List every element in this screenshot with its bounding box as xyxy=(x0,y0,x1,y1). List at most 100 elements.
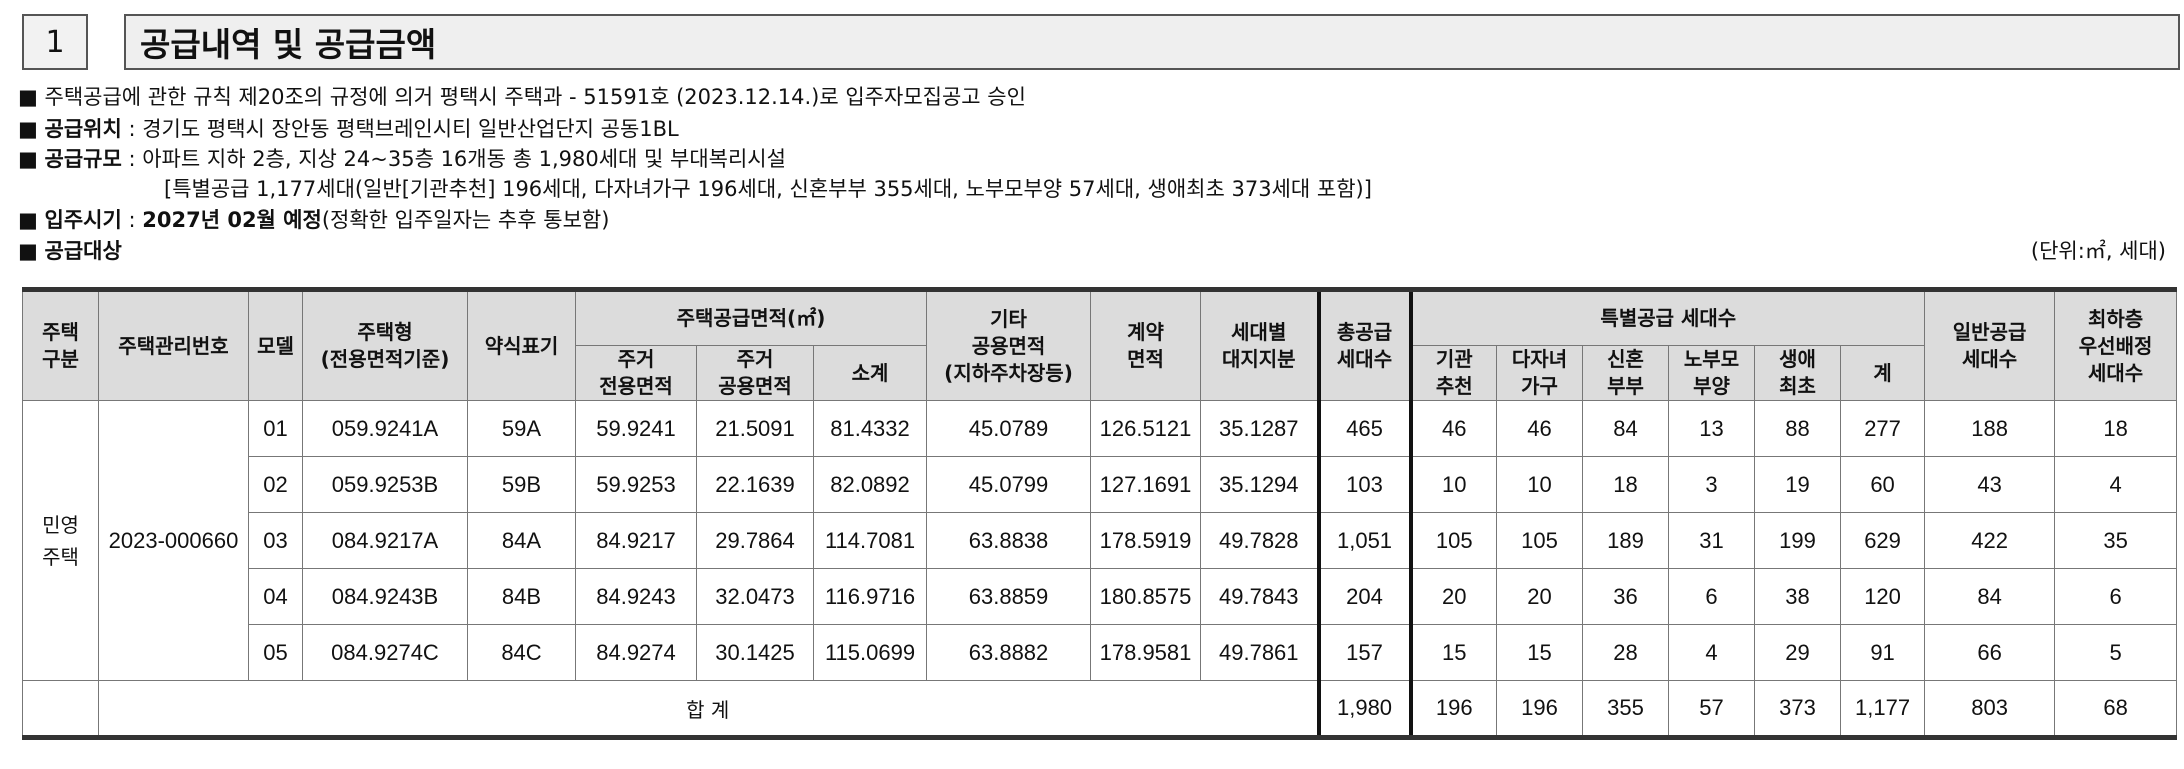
elderly-cell: 57 xyxy=(1668,680,1756,738)
newlywed-cell: 189 xyxy=(1582,512,1670,569)
bullet-icon: ■ xyxy=(18,85,38,109)
land-cell: 49.7861 xyxy=(1200,624,1320,681)
location-label: 공급위치 xyxy=(44,117,122,141)
header-newlywed: 신혼 부부 xyxy=(1582,345,1670,401)
table-row: 05 084.9274C 84C 84.9274 30.1425 115.069… xyxy=(23,624,2178,681)
table-row: 민영 주택 2023-000660 01 059.9241A 59A 59.92… xyxy=(22,400,2178,681)
location-line: ■ 공급위치 : 경기도 평택시 장안동 평택브레인시티 일반산업단지 공동1B… xyxy=(18,114,2178,144)
general-cell: 422 xyxy=(1924,512,2056,569)
inst-cell: 196 xyxy=(1410,680,1498,738)
land-cell: 35.1294 xyxy=(1200,456,1320,513)
target-label: 공급대상 xyxy=(44,239,122,263)
bullet-icon: ■ xyxy=(18,147,38,171)
scale-line: ■ 공급규모 : 아파트 지하 2층, 지상 24~35층 16개동 총 1,9… xyxy=(18,144,2178,174)
excl-cell: 84.9217 xyxy=(575,512,697,569)
total-cell: 157 xyxy=(1316,624,1413,681)
header-common: 주거 공용면적 xyxy=(696,345,814,401)
land-cell: 49.7828 xyxy=(1200,512,1320,569)
lowest-cell: 6 xyxy=(2054,568,2178,625)
movein-value: 2027년 02월 예정 xyxy=(142,208,322,232)
newlywed-cell: 36 xyxy=(1582,568,1670,625)
contract-cell: 127.1691 xyxy=(1090,456,1202,513)
elderly-cell: 13 xyxy=(1668,400,1756,457)
header-lowest-floor: 최하층 우선배정 세대수 xyxy=(2054,289,2178,401)
first-cell: 199 xyxy=(1754,512,1842,569)
first-cell: 38 xyxy=(1754,568,1842,625)
header-area-group: 주택공급면적(㎡) xyxy=(574,289,928,346)
lowest-cell: 18 xyxy=(2054,400,2178,457)
header-abbr: 약식표기 xyxy=(467,289,576,401)
sum-cell: 120 xyxy=(1840,568,1926,625)
header-other-common: 기타 공용면적 (지하주차장등) xyxy=(926,289,1092,401)
movein-sep: : xyxy=(121,208,143,232)
general-cell: 188 xyxy=(1924,400,2056,457)
type-cell: 084.9243B xyxy=(302,568,468,625)
header-first: 생애 최초 xyxy=(1754,345,1842,401)
newlywed-cell: 355 xyxy=(1582,680,1670,738)
sub-cell: 114.7081 xyxy=(812,512,928,569)
header-sum: 계 xyxy=(1840,345,1926,401)
sum-cell: 1,177 xyxy=(1840,680,1926,738)
multi-cell: 15 xyxy=(1496,624,1584,681)
comm-cell: 29.7864 xyxy=(696,512,814,569)
multi-cell: 196 xyxy=(1496,680,1584,738)
model-cell: 05 xyxy=(248,624,303,681)
total-cell: 465 xyxy=(1316,400,1413,457)
first-cell: 19 xyxy=(1754,456,1842,513)
housing-type-cell: 민영 주택 xyxy=(22,400,99,681)
other-cell: 45.0789 xyxy=(926,400,1092,457)
comm-cell: 22.1639 xyxy=(696,456,814,513)
header-exclusive: 주거 전용면적 xyxy=(575,345,697,401)
header-special-group: 특별공급 세대수 xyxy=(1410,289,1926,346)
scale-value: : 아파트 지하 2층, 지상 24~35층 16개동 총 1,980세대 및 … xyxy=(121,147,786,171)
header-total-units: 총공급 세대수 xyxy=(1316,287,1413,401)
header-mgmt-no: 주택관리번호 xyxy=(98,289,249,401)
header-general: 일반공급 세대수 xyxy=(1924,289,2056,401)
first-cell: 88 xyxy=(1754,400,1842,457)
scale-label: 공급규모 xyxy=(44,147,122,171)
model-cell: 04 xyxy=(248,568,303,625)
header-contract-area: 계약 면적 xyxy=(1090,289,1202,401)
contract-cell: 178.5919 xyxy=(1090,512,1202,569)
general-cell: 66 xyxy=(1924,624,2056,681)
lowest-cell: 68 xyxy=(2054,680,2178,738)
header-elderly: 노부모 부양 xyxy=(1668,345,1756,401)
location-value: : 경기도 평택시 장안동 평택브레인시티 일반산업단지 공동1BL xyxy=(121,117,679,141)
table-row: 02 059.9253B 59B 59.9253 22.1639 82.0892… xyxy=(23,456,2178,513)
header-unit-type: 주택형 (전용면적기준) xyxy=(302,289,468,401)
first-cell: 29 xyxy=(1754,624,1842,681)
notice-lines: ■ 주택공급에 관한 규칙 제20조의 규정에 의거 평택시 주택과 - 515… xyxy=(18,80,2178,266)
section-header: 1 공급내역 및 공급금액 xyxy=(22,14,2182,70)
type-cell: 084.9217A xyxy=(302,512,468,569)
header-subtotal: 소계 xyxy=(812,345,928,401)
abbr-cell: 84B xyxy=(467,568,576,625)
excl-cell: 59.9241 xyxy=(575,400,697,457)
sum-cell: 629 xyxy=(1840,512,1926,569)
model-cell: 02 xyxy=(248,456,303,513)
lowest-cell: 35 xyxy=(2054,512,2178,569)
header-land-share: 세대별 대지지분 xyxy=(1200,289,1320,401)
mgmt-no-cell: 2023-000660 xyxy=(98,400,249,681)
section-title: 공급내역 및 공급금액 xyxy=(124,14,2180,70)
bullet-icon: ■ xyxy=(18,208,38,232)
header-housing-type: 주택 구분 xyxy=(22,289,99,401)
movein-line: ■ 입주시기 : 2027년 02월 예정(정확한 입주일자는 추후 통보함) xyxy=(18,204,2178,236)
lowest-cell: 4 xyxy=(2054,456,2178,513)
abbr-cell: 84A xyxy=(467,512,576,569)
general-cell: 803 xyxy=(1924,680,2056,738)
total-cell: 1,980 xyxy=(1316,680,1413,740)
sub-cell: 82.0892 xyxy=(812,456,928,513)
type-cell: 059.9253B xyxy=(302,456,468,513)
lowest-cell: 5 xyxy=(2054,624,2178,681)
other-cell: 63.8882 xyxy=(926,624,1092,681)
sub-cell: 115.0699 xyxy=(812,624,928,681)
land-cell: 35.1287 xyxy=(1200,400,1320,457)
sum-cell: 91 xyxy=(1840,624,1926,681)
multi-cell: 20 xyxy=(1496,568,1584,625)
movein-label: 입주시기 xyxy=(44,208,122,232)
general-cell: 43 xyxy=(1924,456,2056,513)
header-multi: 다자녀 가구 xyxy=(1496,345,1584,401)
blank-cell xyxy=(22,680,99,738)
approval-text: 주택공급에 관한 규칙 제20조의 규정에 의거 평택시 주택과 - 51591… xyxy=(44,85,1026,109)
comm-cell: 30.1425 xyxy=(696,624,814,681)
